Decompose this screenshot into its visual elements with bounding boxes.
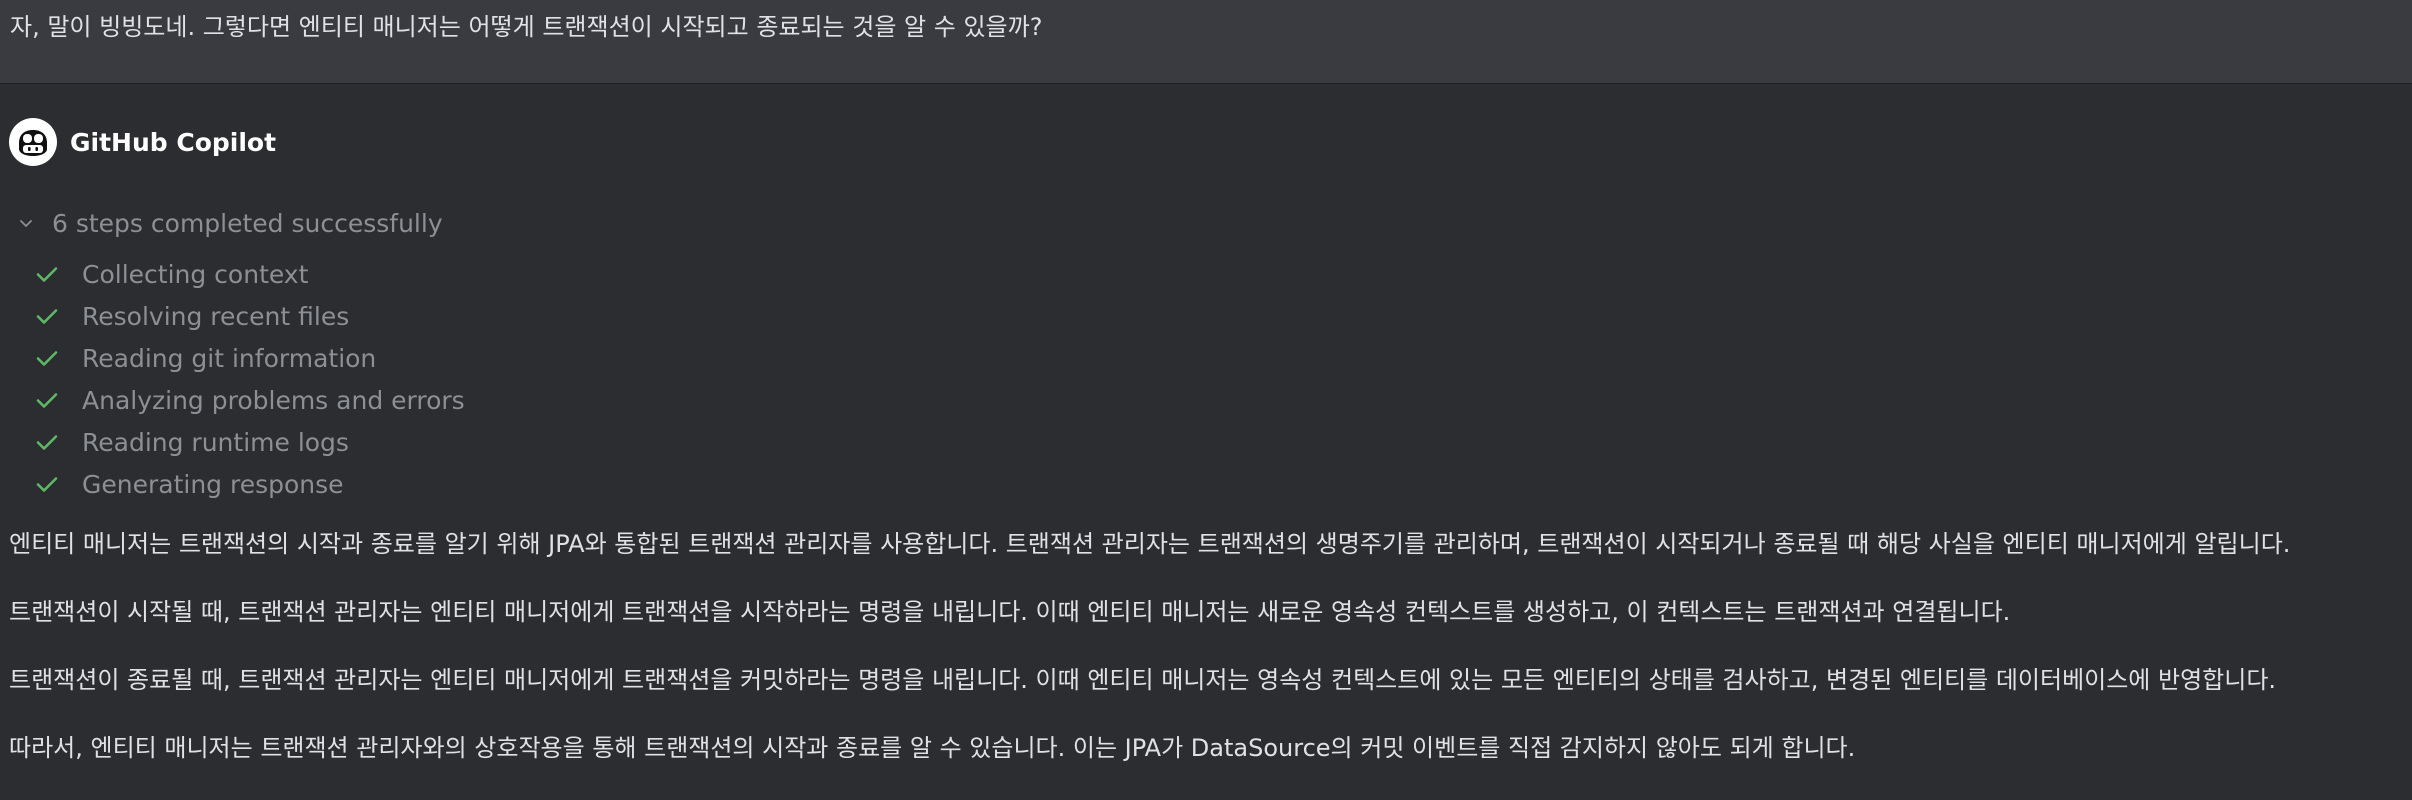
chevron-down-icon <box>14 211 38 235</box>
step-item: Generating response <box>34 463 465 505</box>
answer-paragraph: 트랜잭션이 시작될 때, 트랜잭션 관리자는 엔티티 매니저에게 트랜잭션을 시… <box>9 598 2011 626</box>
step-item: Reading git information <box>34 337 465 379</box>
answer-paragraph: 따라서, 엔티티 매니저는 트랜잭션 관리자와의 상호작용을 통해 트랜잭션의 … <box>9 734 1856 762</box>
user-message: 자, 말이 빙빙도네. 그렇다면 엔티티 매니저는 어떻게 트랜잭션이 시작되고… <box>0 0 2412 84</box>
assistant-name: GitHub Copilot <box>70 127 277 157</box>
step-label: Reading runtime logs <box>82 427 349 457</box>
step-item: Resolving recent files <box>34 295 465 337</box>
copilot-icon <box>9 118 57 166</box>
answer-paragraph: 엔티티 매니저는 트랜잭션의 시작과 종료를 알기 위해 JPA와 통합된 트랜… <box>9 530 2291 558</box>
steps-summary: 6 steps completed successfully <box>52 208 443 238</box>
user-message-text: 자, 말이 빙빙도네. 그렇다면 엔티티 매니저는 어떻게 트랜잭션이 시작되고… <box>10 13 1043 41</box>
check-icon <box>34 387 60 413</box>
step-item: Reading runtime logs <box>34 421 465 463</box>
steps-toggle[interactable]: 6 steps completed successfully <box>14 206 443 240</box>
check-icon <box>34 303 60 329</box>
step-label: Reading git information <box>82 343 377 373</box>
step-label: Collecting context <box>82 259 309 289</box>
step-label: Analyzing problems and errors <box>82 385 465 415</box>
assistant-answer: 엔티티 매니저는 트랜잭션의 시작과 종료를 알기 위해 JPA와 통합된 트랜… <box>9 528 2404 800</box>
check-icon <box>34 471 60 497</box>
steps-list: Collecting context Resolving recent file… <box>34 253 465 505</box>
check-icon <box>34 261 60 287</box>
answer-paragraph: 트랜잭션이 종료될 때, 트랜잭션 관리자는 엔티티 매니저에게 트랜잭션을 커… <box>9 666 2277 694</box>
step-item: Analyzing problems and errors <box>34 379 465 421</box>
step-label: Generating response <box>82 469 344 499</box>
check-icon <box>34 345 60 371</box>
step-label: Resolving recent files <box>82 301 350 331</box>
assistant-header: GitHub Copilot <box>9 118 276 166</box>
step-item: Collecting context <box>34 253 465 295</box>
check-icon <box>34 429 60 455</box>
